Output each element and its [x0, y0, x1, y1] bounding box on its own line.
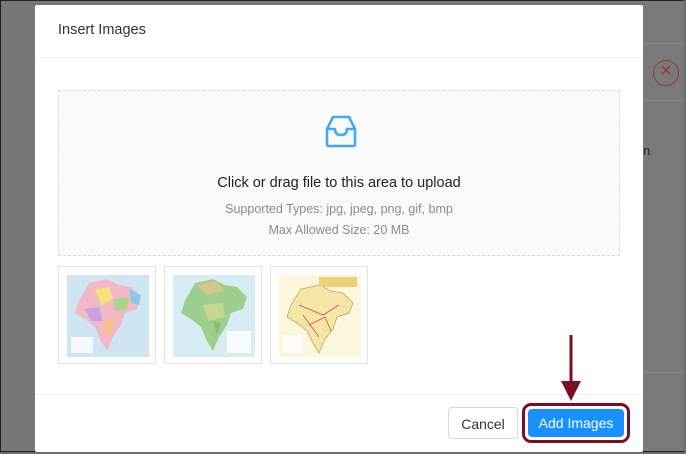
- background-divider: [643, 372, 683, 373]
- map-image: [279, 275, 361, 357]
- supported-types-text: Supported Types: jpg, jpeg, png, gif, bm…: [225, 202, 453, 216]
- max-size-text: Max Allowed Size: 20 MB: [268, 223, 410, 237]
- image-thumbnail-india-map-political[interactable]: [58, 266, 156, 364]
- background-divider: [643, 100, 683, 101]
- inbox-icon: [325, 115, 357, 148]
- dropzone-instruction: Click or drag file to this area to uploa…: [217, 175, 461, 191]
- map-image: [67, 275, 149, 357]
- modal-footer: Cancel Add Images: [35, 394, 643, 453]
- background-text: n: [643, 143, 651, 158]
- close-circle-icon: ✕: [653, 60, 679, 86]
- annotation-arrow-icon: [561, 335, 581, 401]
- background-divider: [643, 43, 683, 44]
- image-thumbnail-india-map-railway[interactable]: [270, 266, 368, 364]
- insert-images-modal: Insert Images Click or drag file to this…: [35, 5, 643, 452]
- modal-title: Insert Images: [58, 22, 146, 38]
- upload-dropzone[interactable]: Click or drag file to this area to uploa…: [58, 90, 620, 256]
- cancel-button[interactable]: Cancel: [448, 407, 518, 439]
- modal-header: Insert Images: [35, 5, 643, 58]
- add-images-button[interactable]: Add Images: [528, 409, 624, 437]
- map-image: [173, 275, 255, 357]
- image-thumbnail-india-map-physical[interactable]: [164, 266, 262, 364]
